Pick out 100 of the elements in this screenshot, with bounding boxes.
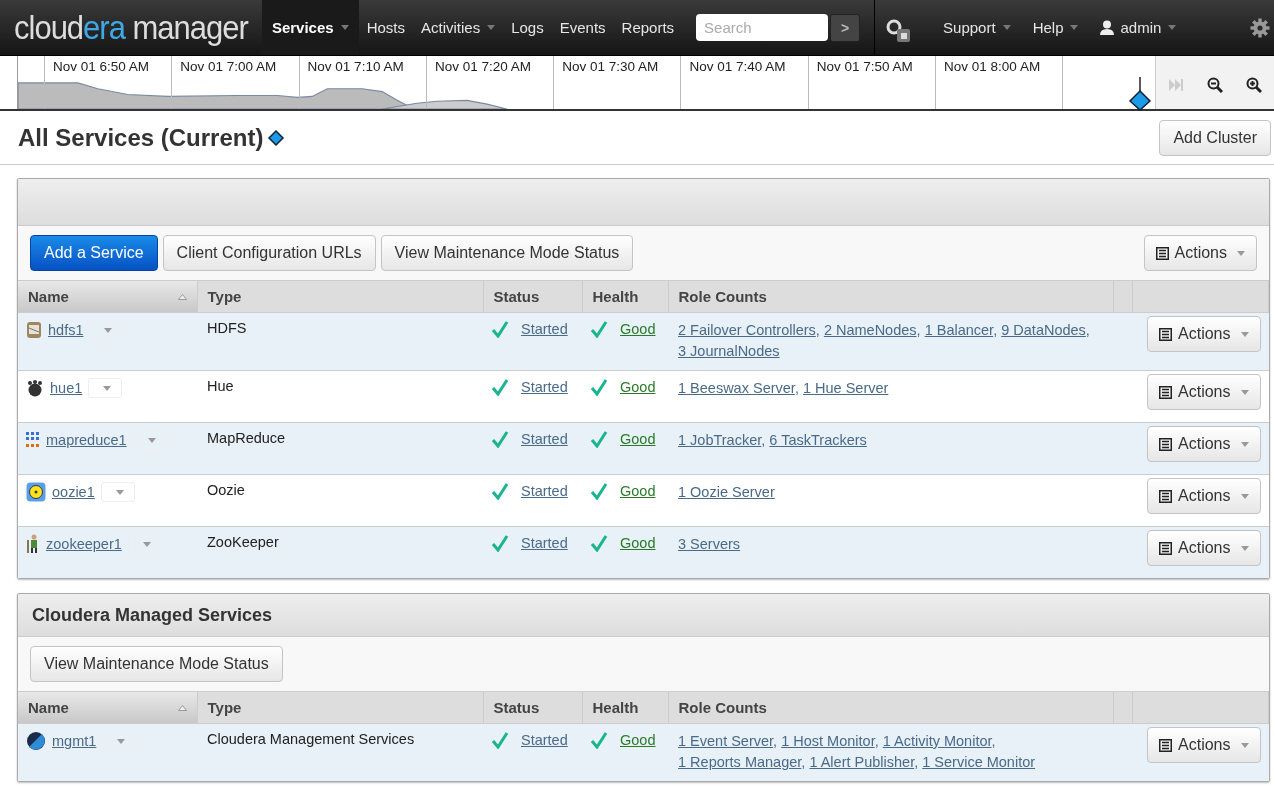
search-field[interactable]: Search [696,14,829,41]
role-link[interactable]: 1 Beeswax Server [678,380,795,396]
check-icon [491,534,509,552]
caret-icon [1240,545,1249,551]
actions-button[interactable]: Actions [1147,316,1261,352]
check-icon [491,731,509,749]
settings-icon[interactable] [1250,17,1270,38]
caret-icon [1240,389,1249,395]
check-icon [491,378,509,396]
search-go-button[interactable]: > [830,13,861,42]
separator: , [1085,322,1090,338]
caret-icon [487,25,496,30]
health-link[interactable]: Good [620,321,656,337]
toolbar-button[interactable]: Client Configuration URLs [162,235,376,271]
status-link[interactable]: Started [521,431,568,447]
dropdown-button[interactable] [100,482,135,502]
dropdown-button[interactable] [127,534,162,554]
role-link[interactable]: 9 DataNodes [1001,322,1086,338]
list-icon [1159,385,1173,399]
menu-link[interactable]: Help [1028,0,1083,55]
list-icon [1159,327,1173,341]
health-link[interactable]: Good [620,483,656,499]
caret-icon [1237,250,1245,256]
role-link[interactable]: 1 Host Monitor [781,733,875,749]
separator: , [914,754,919,770]
dropdown-button[interactable] [132,430,167,450]
actions-button[interactable]: Actions [1147,374,1261,410]
caret-icon [1240,441,1249,447]
zoom-in-icon[interactable] [1246,76,1263,93]
role-link[interactable]: 2 NameNodes [823,322,917,338]
role-link[interactable]: 1 Event Server [678,733,774,749]
actions-button[interactable]: Actions [1147,727,1261,763]
column-header[interactable]: Status [483,281,582,313]
role-link[interactable]: 1 Service Monitor [922,754,1036,770]
user-menu[interactable]: admin [1096,0,1181,55]
status-link[interactable]: Started [521,535,568,551]
role-link[interactable]: 1 Oozie Server [678,484,775,500]
column-header[interactable]: Type [197,692,483,724]
disc-icon [26,482,46,502]
health-link[interactable]: Good [620,379,656,395]
service-name-link[interactable]: mgmt1 [52,733,97,749]
role-link[interactable]: 3 Servers [678,536,741,552]
role-link[interactable]: 2 Failover Controllers [678,322,816,338]
health-link[interactable]: Good [620,535,656,551]
time-label: Nov 01 8:00 AM [943,58,1042,74]
role-link[interactable]: 1 Balancer [924,322,994,338]
menu-link[interactable]: Support [939,0,1015,55]
column-header[interactable]: Health [582,692,668,724]
zoom-out-icon[interactable] [1207,76,1223,93]
status-link[interactable]: Started [521,483,568,499]
nav-tab[interactable]: Services [261,0,359,55]
list-icon [1159,738,1173,752]
service-name-link[interactable]: zookeeper1 [46,536,122,552]
role-link[interactable]: 1 Alert Publisher [809,754,915,770]
toolbar-button[interactable]: View Maintenance Mode Status [30,646,283,682]
role-link[interactable]: 1 Activity Monitor [882,733,992,749]
logo[interactable]: cloudera manager [14,7,248,48]
service-name-link[interactable]: mapreduce1 [46,432,127,448]
list-icon [1159,437,1173,451]
time-marker-handle[interactable] [1127,77,1153,111]
role-link[interactable]: 3 JournalNodes [678,343,780,359]
dropdown-button[interactable] [89,320,124,340]
service-type: Cloudera Management Services [207,731,415,747]
status-link[interactable]: Started [521,732,568,748]
service-name-link[interactable]: oozie1 [52,484,95,500]
nav-tab[interactable]: Reports [613,0,683,55]
column-header[interactable]: Role Counts [668,692,1113,724]
column-header[interactable]: Health [582,281,668,313]
dropdown-button[interactable] [102,731,137,751]
service-name-link[interactable]: hdfs1 [48,322,84,338]
service-name-link[interactable]: hue1 [50,380,83,396]
separator: , [993,322,998,338]
nav-tab[interactable]: Activities [412,0,504,55]
status-link[interactable]: Started [521,379,568,395]
column-header[interactable]: Type [197,281,483,313]
role-link[interactable]: 1 Reports Manager [678,754,802,770]
add-cluster-button[interactable]: Add Cluster [1159,119,1271,156]
role-link[interactable]: 1 Hue Server [802,380,889,396]
nav-tab[interactable]: Logs [503,0,552,55]
role-link[interactable]: 6 TaskTrackers [769,432,867,448]
actions-button[interactable]: Actions [1147,426,1261,462]
health-link[interactable]: Good [620,431,656,447]
dropdown-button[interactable] [88,378,123,398]
toolbar-button[interactable]: View Maintenance Mode Status [380,235,634,271]
status-link[interactable]: Started [521,321,568,337]
column-header[interactable]: Name [18,281,197,313]
actions-button[interactable]: Actions [1147,530,1261,566]
column-header[interactable]: Role Counts [668,281,1113,313]
column-header[interactable]: Status [483,692,582,724]
health-link[interactable]: Good [620,732,656,748]
toolbar-button[interactable]: Add a Service [30,235,158,271]
role-link[interactable]: 1 JobTracker [678,432,762,448]
check-icon [590,731,608,749]
actions-button[interactable]: Actions [1143,235,1257,271]
actions-button[interactable]: Actions [1147,478,1261,514]
skip-to-end-icon[interactable] [1167,77,1184,92]
nav-tab[interactable]: Hosts [358,0,413,55]
column-header[interactable]: Name [18,692,197,724]
check-icon [590,320,608,338]
nav-tab[interactable]: Events [551,0,614,55]
